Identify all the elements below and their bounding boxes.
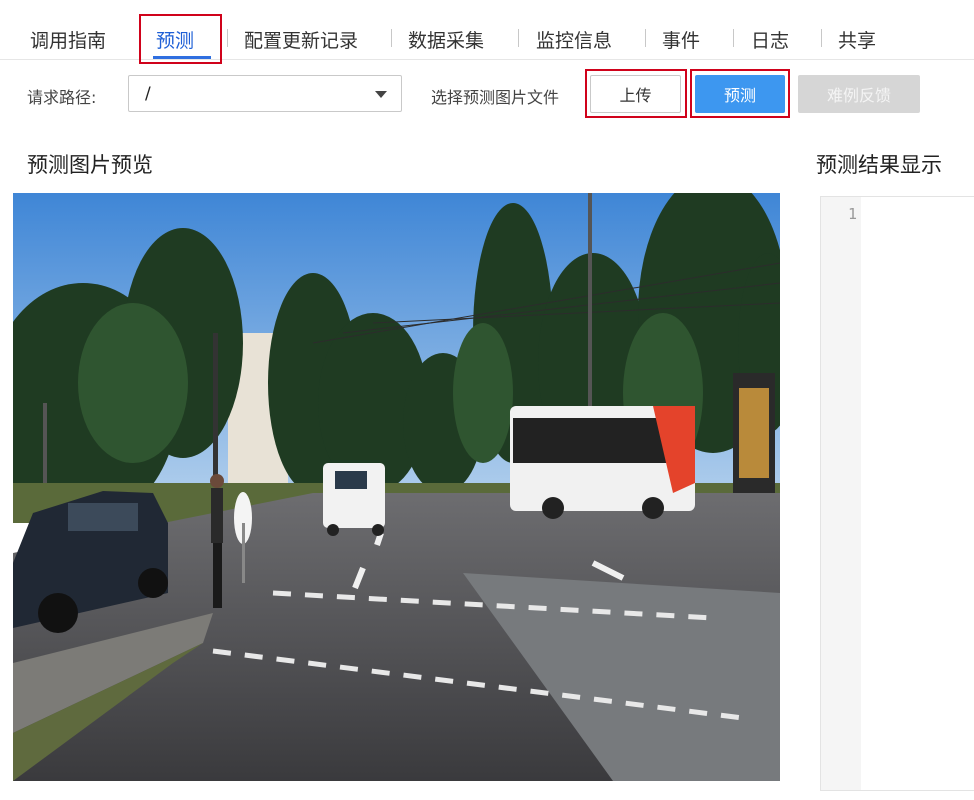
highlight-box-tab — [139, 14, 222, 64]
request-path-label: 请求路径: — [27, 88, 97, 107]
preview-title: 预测图片预览 — [27, 153, 153, 177]
tab-config-history[interactable]: 配置更新记录 — [244, 26, 358, 53]
highlight-box-upload — [585, 69, 687, 118]
tab-logs[interactable]: 日志 — [751, 26, 789, 53]
tab-divider — [391, 29, 392, 47]
line-number: 1 — [847, 205, 857, 223]
result-title: 预测结果显示 — [816, 153, 942, 177]
tab-call-guide[interactable]: 调用指南 — [30, 26, 106, 53]
preview-image — [13, 193, 780, 781]
tab-divider — [821, 29, 822, 47]
tab-data-collection[interactable]: 数据采集 — [408, 26, 484, 53]
tab-events[interactable]: 事件 — [662, 26, 700, 53]
tab-divider — [227, 29, 228, 47]
highlight-box-predict — [690, 69, 790, 118]
request-path-value: / — [145, 84, 151, 104]
tab-share[interactable]: 共享 — [838, 26, 876, 53]
select-file-label: 选择预测图片文件 — [431, 88, 560, 107]
tab-divider — [518, 29, 519, 47]
street-scene-photo-icon — [13, 193, 780, 781]
request-path-select[interactable]: / — [128, 75, 402, 112]
tab-divider — [645, 29, 646, 47]
tab-divider — [733, 29, 734, 47]
line-gutter: 1 — [821, 197, 861, 790]
tab-monitoring[interactable]: 监控信息 — [536, 26, 612, 53]
hard-example-feedback-button[interactable]: 难例反馈 — [798, 75, 920, 113]
chevron-down-icon — [375, 91, 387, 98]
result-editor[interactable]: 1 — [820, 196, 974, 791]
